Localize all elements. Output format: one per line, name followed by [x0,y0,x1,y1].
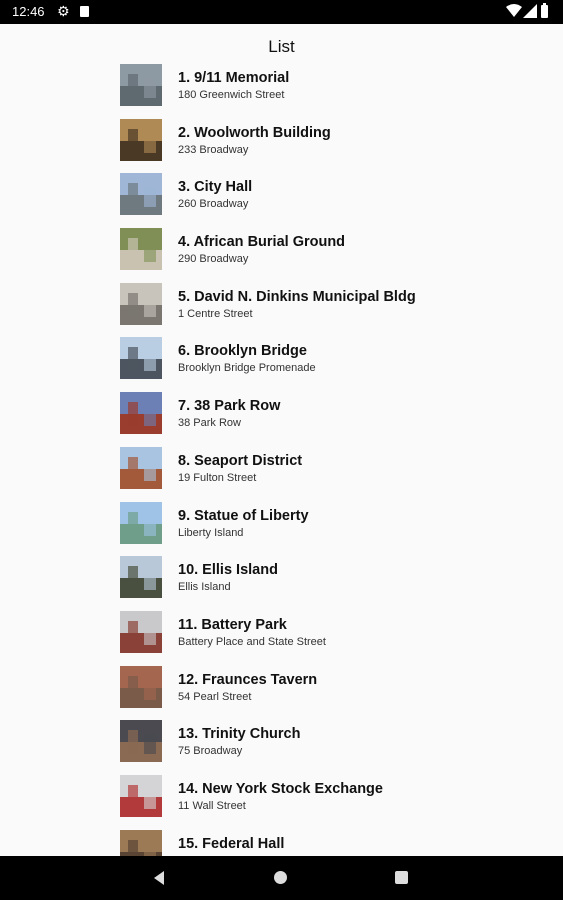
landmark-thumbnail [120,282,162,325]
list-item-title: 10. Ellis Island [178,562,278,579]
list-item-title: 3. City Hall [178,179,253,196]
landmark-thumbnail [120,337,162,380]
list-item-address: Ellis Island [178,581,231,594]
list-item[interactable]: 11. Battery Park Battery Place and State … [120,610,550,665]
list-item-address: Brooklyn Bridge Promenade [178,362,316,375]
list-item-address: 19 Fulton Street [178,471,257,484]
landmark-thumbnail [120,446,162,489]
list-item[interactable]: 2. Woolworth Building 233 Broadway [120,118,550,173]
home-icon[interactable] [274,871,287,884]
status-time: 12:46 [12,4,45,19]
list-item-title: 11. Battery Park [178,616,287,633]
list-item-address: 290 Broadway [178,253,249,266]
list-item[interactable]: 4. African Burial Ground 290 Broadway [120,227,550,282]
list-item-address: 11 Wall Street [178,799,246,812]
landmark-thumbnail [120,556,162,599]
list-item-address: 260 Broadway [178,198,249,211]
list-item[interactable]: 1. 9/11 Memorial 180 Greenwich Street [120,63,550,118]
sd-card-icon [80,6,89,17]
list-item[interactable]: 3. City Hall 260 Broadway [120,172,550,227]
battery-icon [541,3,548,18]
landmark-thumbnail [120,665,162,708]
list-item-title: 4. African Burial Ground [178,234,346,251]
signal-icon [523,4,537,23]
landmark-thumbnail [120,774,162,817]
list-item-title: 5. David N. Dinkins Municipal Bldg [178,288,416,305]
list-item-address: 233 Broadway [178,143,249,156]
list-item-address: Battery Place and State Street [178,635,326,648]
list-item-address: 1 Centre Street [178,307,253,320]
gear-icon: ⚙ [57,3,70,19]
list-item[interactable]: 9. Statue of Liberty Liberty Island [120,501,550,556]
landmark-list[interactable]: 1. 9/11 Memorial 180 Greenwich Street 2. W… [120,63,550,883]
list-item[interactable]: 6. Brooklyn Bridge Brooklyn Bridge Promen… [120,336,550,391]
navigation-bar [0,856,563,900]
page-title: List [268,37,295,56]
list-item-address: 75 Broadway [178,745,243,758]
list-item[interactable]: 10. Ellis Island Ellis Island [120,555,550,610]
list-item-address: Liberty Island [178,526,244,539]
list-item[interactable]: 5. David N. Dinkins Municipal Bldg 1 Cent… [120,282,550,337]
status-bar: 12:46 ⚙ [0,0,563,24]
list-item[interactable]: 8. Seaport District 19 Fulton Street [120,446,550,501]
list-item[interactable]: 13. Trinity Church 75 Broadway [120,719,550,774]
landmark-thumbnail [120,610,162,653]
list-item-address: 54 Pearl Street [178,690,252,703]
list-item-title: 13. Trinity Church [178,726,301,743]
list-item-title: 14. New York Stock Exchange [178,780,383,797]
wifi-icon [506,4,522,23]
list-item-title: 15. Federal Hall [178,835,285,852]
list-item[interactable]: 7. 38 Park Row 38 Park Row [120,391,550,446]
landmark-thumbnail [120,228,162,271]
list-item-title: 1. 9/11 Memorial [178,70,290,86]
landmark-thumbnail [120,118,162,161]
list-item-address: 38 Park Row [178,417,241,430]
list-item-title: 7. 38 Park Row [178,398,281,415]
landmark-thumbnail [120,720,162,763]
list-item-title: 6. Brooklyn Bridge [178,343,307,360]
landmark-thumbnail [120,392,162,435]
recents-icon[interactable] [395,871,408,884]
list-item-title: 12. Fraunces Tavern [178,671,318,688]
list-item[interactable]: 12. Fraunces Tavern 54 Pearl Street [120,665,550,720]
landmark-thumbnail [120,501,162,544]
back-icon[interactable] [152,870,166,891]
landmark-thumbnail [120,173,162,216]
landmark-thumbnail [120,64,162,106]
list-item-address: 180 Greenwich Street [178,89,285,101]
list-item-title: 9. Statue of Liberty [178,507,309,524]
list-item-title: 2. Woolworth Building [178,124,331,141]
list-item-title: 8. Seaport District [178,452,303,469]
list-item[interactable]: 14. New York Stock Exchange 11 Wall Stree… [120,774,550,829]
